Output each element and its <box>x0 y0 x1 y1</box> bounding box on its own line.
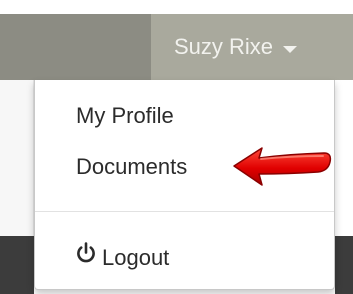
menu-item-label: My Profile <box>76 103 174 128</box>
menu-item-label: Logout <box>102 245 170 270</box>
user-name: Suzy Rixe <box>174 34 274 59</box>
red-arrow-annotation <box>233 147 332 186</box>
top-navbar: Suzy Rixe <box>0 0 353 80</box>
page-footer-strip-left <box>0 236 34 294</box>
page-footer-strip-right <box>335 236 353 294</box>
caret-down-icon <box>283 45 298 53</box>
user-menu-toggle[interactable]: Suzy Rixe <box>151 14 353 80</box>
menu-item-my-profile[interactable]: My Profile <box>35 96 334 136</box>
menu-item-label: Documents <box>76 154 188 179</box>
power-icon <box>76 242 96 270</box>
menu-item-logout[interactable]: Logout <box>35 238 334 278</box>
menu-divider <box>35 211 334 212</box>
